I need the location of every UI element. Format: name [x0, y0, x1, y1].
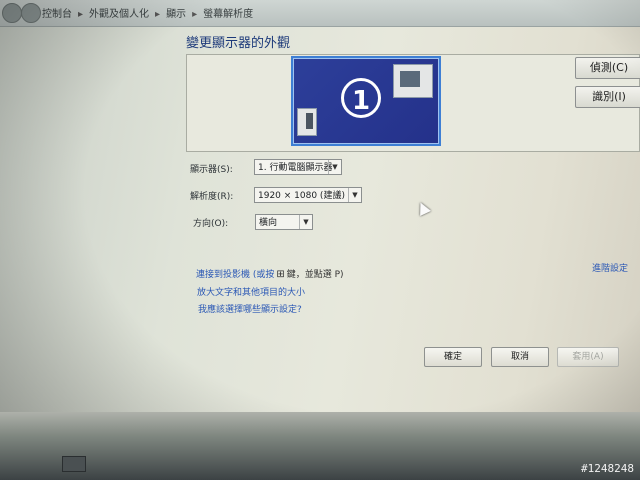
breadcrumb-item[interactable]: 螢幕解析度: [203, 9, 253, 20]
display-help-link[interactable]: 我應該選擇哪些顯示設定?: [198, 302, 302, 315]
orientation-select-value: 橫向: [259, 218, 278, 228]
breadcrumb-separator-icon: ▸: [192, 9, 198, 20]
resolution-select[interactable]: 1920 × 1080 (建議) ▼: [254, 187, 362, 203]
display-label: 顯示器(S):: [190, 165, 233, 175]
window-thumbnail-icon: [393, 64, 433, 98]
breadcrumb-separator-icon: ▸: [155, 9, 161, 20]
resolution-select-value: 1920 × 1080 (建議): [258, 191, 345, 201]
monitor-1-tile[interactable]: 1: [291, 56, 441, 146]
breadcrumb-separator-icon: ▸: [78, 9, 84, 20]
resolution-label: 解析度(R):: [190, 192, 234, 202]
windows-logo-icon: ⊞: [276, 269, 285, 280]
ok-button[interactable]: 確定: [424, 347, 482, 367]
sidebar-thumbnail-icon: [297, 108, 317, 136]
chevron-down-icon: ▼: [348, 188, 361, 202]
forward-button[interactable]: [21, 3, 41, 23]
display-select-value: 1. 行動電腦顯示器: [258, 163, 333, 173]
text-size-link[interactable]: 放大文字和其他項目的大小: [197, 285, 305, 298]
breadcrumb: 控制台 ▸ 外觀及個人化 ▸ 顯示 ▸ 螢幕解析度: [42, 5, 253, 20]
projector-link[interactable]: 連接到投影機 (或按 ⊞ 鍵，並點選 P): [196, 267, 344, 280]
address-bar: 控制台 ▸ 外觀及個人化 ▸ 顯示 ▸ 螢幕解析度: [0, 0, 640, 27]
advanced-settings-link[interactable]: 進階設定: [592, 261, 628, 274]
orientation-select[interactable]: 橫向 ▼: [255, 214, 313, 230]
watermark-text: #1248248: [581, 462, 634, 475]
projector-link-suffix: 鍵，並點選 P): [286, 270, 344, 280]
chevron-down-icon: ▼: [328, 160, 341, 174]
orientation-label: 方向(O):: [193, 219, 229, 229]
monitor-bezel: [0, 412, 640, 480]
cancel-button[interactable]: 取消: [491, 347, 549, 367]
taskbar-app-icon[interactable]: [62, 456, 86, 472]
breadcrumb-item[interactable]: 外觀及個人化: [89, 9, 149, 20]
projector-link-prefix: 連接到投影機 (或按: [196, 270, 275, 280]
chevron-down-icon: ▼: [299, 215, 312, 229]
display-select[interactable]: 1. 行動電腦顯示器 ▼: [254, 159, 342, 175]
breadcrumb-item[interactable]: 控制台: [42, 9, 72, 20]
control-panel-window: 控制台 ▸ 外觀及個人化 ▸ 顯示 ▸ 螢幕解析度 變更顯示器的外觀 1 偵測(C) 識別(…: [0, 0, 640, 480]
page-title: 變更顯示器的外觀: [186, 36, 291, 51]
breadcrumb-item[interactable]: 顯示: [166, 9, 186, 20]
apply-button[interactable]: 套用(A): [557, 347, 619, 367]
mouse-pointer-icon: [415, 200, 431, 216]
detect-button[interactable]: 偵測(C): [575, 57, 640, 79]
monitor-number: 1: [341, 78, 381, 118]
identify-button[interactable]: 識別(I): [575, 86, 640, 108]
back-button[interactable]: [2, 3, 22, 23]
